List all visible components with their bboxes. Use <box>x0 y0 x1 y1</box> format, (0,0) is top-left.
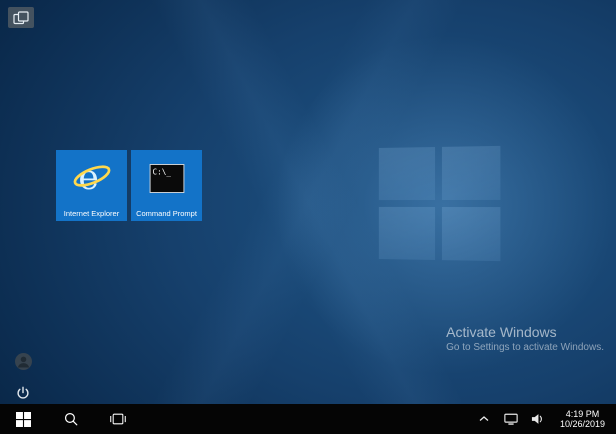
activate-windows-watermark: Activate Windows Go to Settings to activ… <box>446 323 604 354</box>
power-icon <box>16 386 30 400</box>
tile-internet-explorer[interactable]: e Internet Explorer <box>56 150 127 221</box>
svg-text:C:\_: C:\_ <box>152 168 171 177</box>
windows-logo-pane <box>442 207 500 261</box>
tile-command-prompt[interactable]: C:\_ Command Prompt <box>131 150 202 221</box>
tile-label: Internet Explorer <box>58 209 125 218</box>
windows-logo-watermark <box>379 146 501 261</box>
windows-start-screen: e Internet Explorer C:\_ Command Prompt <box>0 0 616 434</box>
task-view-icon <box>110 412 126 426</box>
desktop-background: e Internet Explorer C:\_ Command Prompt <box>0 0 616 404</box>
expand-tiles-button[interactable] <box>8 7 34 28</box>
user-account-button[interactable] <box>14 352 32 370</box>
system-tray: 4:19 PM 10/26/2019 <box>476 408 616 430</box>
clock-date: 10/26/2019 <box>560 419 605 430</box>
windows-logo-icon <box>16 412 31 427</box>
taskbar: 4:19 PM 10/26/2019 <box>0 404 616 434</box>
svg-text:e: e <box>78 158 98 197</box>
start-tiles-group: e Internet Explorer C:\_ Command Prompt <box>56 150 202 221</box>
internet-explorer-icon: e <box>72 157 112 202</box>
activate-subtitle: Go to Settings to activate Windows. <box>446 341 604 354</box>
activate-title: Activate Windows <box>446 323 604 341</box>
user-icon <box>15 353 32 370</box>
search-icon <box>64 412 78 426</box>
network-icon <box>504 413 518 426</box>
clock[interactable]: 4:19 PM 10/26/2019 <box>557 409 608 430</box>
task-view-button[interactable] <box>94 404 141 434</box>
windows-logo-pane <box>379 207 435 260</box>
hidden-icons-button[interactable] <box>476 408 492 430</box>
power-button[interactable] <box>14 384 32 402</box>
expand-tiles-icon <box>13 11 29 25</box>
windows-logo-pane <box>442 146 500 200</box>
command-prompt-icon: C:\_ <box>149 164 184 198</box>
tile-label: Command Prompt <box>133 209 200 218</box>
windows-logo-pane <box>379 147 435 200</box>
volume-button[interactable] <box>530 408 546 430</box>
start-button[interactable] <box>0 404 47 434</box>
network-button[interactable] <box>503 408 519 430</box>
clock-time: 4:19 PM <box>566 409 600 420</box>
volume-icon <box>531 413 544 425</box>
search-button[interactable] <box>47 404 94 434</box>
chevron-up-icon <box>479 415 489 423</box>
